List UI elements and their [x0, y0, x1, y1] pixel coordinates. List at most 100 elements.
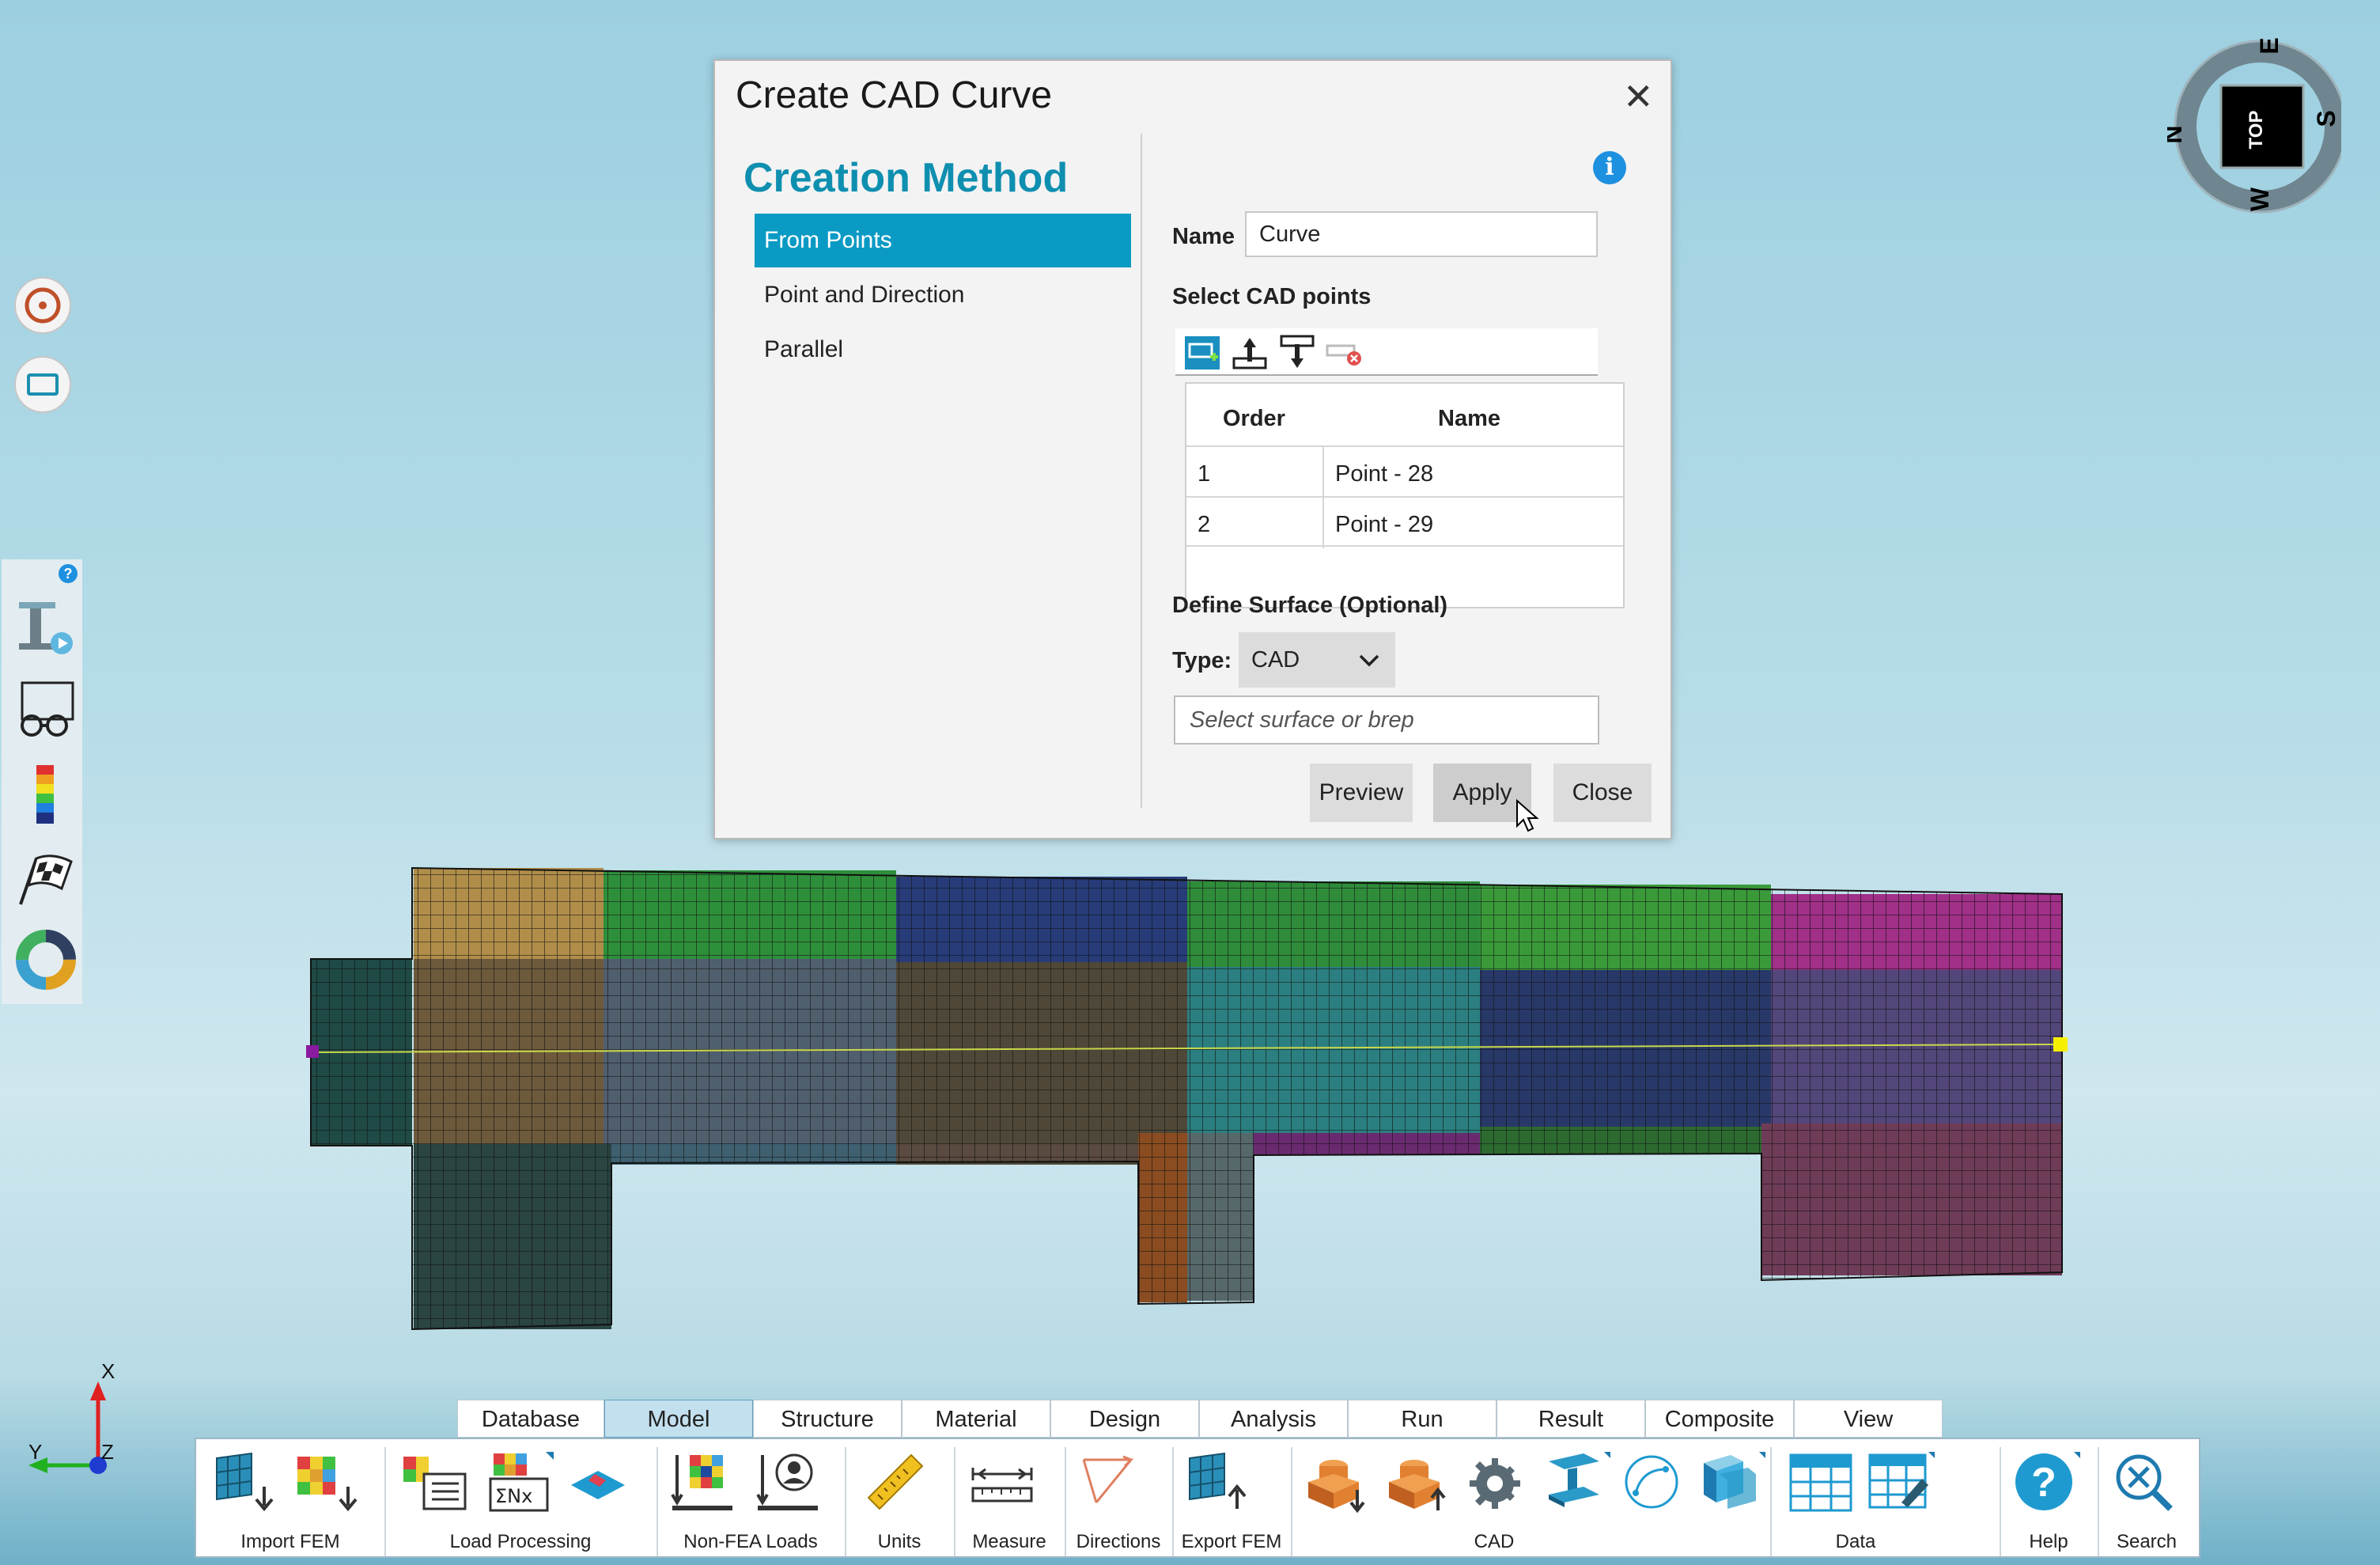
load-surface-icon[interactable]	[563, 1450, 634, 1518]
points-table: Order Name 1 Point - 28 2 Point - 29	[1185, 382, 1625, 608]
preview-button[interactable]: Preview	[1310, 764, 1413, 822]
tab-structure[interactable]: Structure	[753, 1400, 902, 1438]
chevron-down-icon	[1359, 654, 1379, 667]
compass-top-label: TOP	[2246, 111, 2267, 150]
svg-text:ΣNx: ΣNx	[495, 1485, 532, 1507]
tab-material[interactable]: Material	[902, 1400, 1050, 1438]
tab-design[interactable]: Design	[1050, 1400, 1199, 1438]
window-view-button[interactable]	[14, 356, 71, 413]
compass-w: W	[2246, 187, 2274, 211]
load-table-icon[interactable]	[400, 1450, 471, 1518]
info-icon[interactable]: i	[1593, 151, 1626, 184]
axis-x-label: X	[101, 1361, 115, 1383]
move-down-icon[interactable]	[1278, 335, 1316, 369]
non-fea-person-load-icon[interactable]	[755, 1450, 826, 1518]
close-icon[interactable]: ✕	[1623, 75, 1654, 118]
import-fem-color-icon[interactable]	[293, 1450, 364, 1518]
beam-inspect-icon[interactable]	[13, 594, 79, 657]
data-table-icon[interactable]	[1786, 1450, 1857, 1518]
tab-result[interactable]: Result	[1496, 1400, 1645, 1438]
measure-icon[interactable]	[968, 1450, 1039, 1518]
tab-run[interactable]: Run	[1348, 1400, 1496, 1438]
point-28-marker	[306, 1045, 319, 1058]
table-header-order: Order	[1223, 406, 1285, 431]
surface-solid-icon[interactable]	[1696, 1450, 1767, 1518]
group-label-directions: Directions	[1076, 1531, 1161, 1552]
row-name: Point - 29	[1335, 512, 1434, 537]
view-compass[interactable]: TOP N E S W	[2167, 38, 2341, 215]
table-row[interactable]: 1 Point - 28	[1186, 445, 1623, 498]
color-legend-icon[interactable]	[22, 762, 70, 828]
remove-point-icon[interactable]	[1324, 335, 1362, 369]
table-header-name: Name	[1438, 406, 1500, 431]
method-point-and-direction[interactable]: Point and Direction	[755, 268, 1131, 322]
row-order: 2	[1198, 512, 1211, 537]
ruler-units-icon[interactable]	[862, 1450, 933, 1518]
data-edit-icon[interactable]	[1865, 1450, 1936, 1518]
type-select[interactable]: CAD	[1239, 632, 1395, 688]
point-29-marker	[2053, 1037, 2068, 1052]
name-input[interactable]	[1245, 211, 1598, 257]
checkered-flag-icon[interactable]	[13, 847, 79, 911]
directions-icon[interactable]	[1076, 1450, 1147, 1518]
mouse-cursor-icon	[1516, 799, 1539, 832]
row-order: 1	[1198, 461, 1211, 487]
row-name: Point - 28	[1335, 461, 1434, 487]
group-label-help: Help	[2029, 1531, 2068, 1552]
tab-model[interactable]: Model	[604, 1400, 753, 1438]
axis-z-label: Z	[101, 1440, 114, 1464]
color-wheel-icon[interactable]	[13, 926, 79, 993]
group-label-import-fem: Import FEM	[240, 1531, 340, 1552]
curve-circle-icon[interactable]	[1618, 1450, 1689, 1518]
method-from-points[interactable]: From Points	[755, 214, 1131, 267]
define-surface-label: Define Surface (Optional)	[1172, 593, 1448, 618]
import-fem-grid-icon[interactable]	[212, 1450, 283, 1518]
group-label-load-processing: Load Processing	[449, 1531, 592, 1552]
cad-import-icon[interactable]	[1302, 1450, 1373, 1518]
name-label: Name	[1172, 224, 1235, 249]
group-label-cad: CAD	[1474, 1531, 1515, 1552]
tab-analysis[interactable]: Analysis	[1199, 1400, 1348, 1438]
surface-select-input[interactable]: Select surface or brep	[1174, 695, 1599, 745]
help-icon[interactable]: ?	[2011, 1450, 2082, 1518]
group-label-units: Units	[877, 1531, 921, 1552]
dialog-title: Create CAD Curve	[736, 74, 1053, 116]
group-label-data: Data	[1835, 1531, 1876, 1552]
group-label-search: Search	[2116, 1531, 2178, 1552]
search-icon[interactable]	[2110, 1450, 2181, 1518]
group-label-export-fem: Export FEM	[1181, 1531, 1282, 1552]
select-cad-points-label: Select CAD points	[1172, 284, 1372, 309]
non-fea-grid-load-icon[interactable]	[669, 1450, 740, 1518]
compass-e: E	[2255, 38, 2284, 55]
create-cad-curve-dialog: Create CAD Curve ✕ Creation Method From …	[713, 59, 1672, 839]
creation-method-heading: Creation Method	[744, 155, 1069, 201]
cad-export-icon[interactable]	[1383, 1450, 1454, 1518]
side-tool-panel: ?	[2, 559, 82, 1004]
close-button[interactable]: Close	[1553, 764, 1652, 822]
tab-composite[interactable]: Composite	[1645, 1400, 1794, 1438]
move-up-icon[interactable]	[1231, 335, 1269, 369]
group-label-measure: Measure	[972, 1531, 1046, 1552]
mesh-panels	[310, 866, 2063, 1331]
svg-text:?: ?	[2031, 1460, 2056, 1506]
method-parallel[interactable]: Parallel	[755, 323, 1131, 377]
tab-view[interactable]: View	[1794, 1400, 1943, 1438]
axis-triad: X Y Z	[28, 1361, 115, 1474]
gear-icon[interactable]	[1462, 1450, 1533, 1518]
glasses-view-icon[interactable]	[13, 678, 79, 741]
export-fem-icon[interactable]	[1185, 1450, 1256, 1518]
points-toolbar	[1175, 328, 1598, 376]
group-label-non-fea-loads: Non-FEA Loads	[683, 1531, 818, 1552]
add-point-icon[interactable]	[1183, 335, 1221, 369]
dialog-divider	[1141, 134, 1142, 808]
beam-section-icon[interactable]	[1541, 1450, 1612, 1518]
sum-nxe-icon[interactable]: ΣNx	[486, 1450, 557, 1518]
table-row[interactable]: 2 Point - 29	[1186, 496, 1623, 548]
help-badge-icon[interactable]: ?	[59, 564, 78, 583]
tab-database[interactable]: Database	[457, 1400, 604, 1438]
compass-n: N	[2167, 125, 2187, 143]
rectangle-icon	[27, 373, 59, 396]
type-label: Type:	[1172, 648, 1232, 673]
target-view-button[interactable]	[14, 277, 71, 334]
compass-s: S	[2312, 110, 2340, 127]
